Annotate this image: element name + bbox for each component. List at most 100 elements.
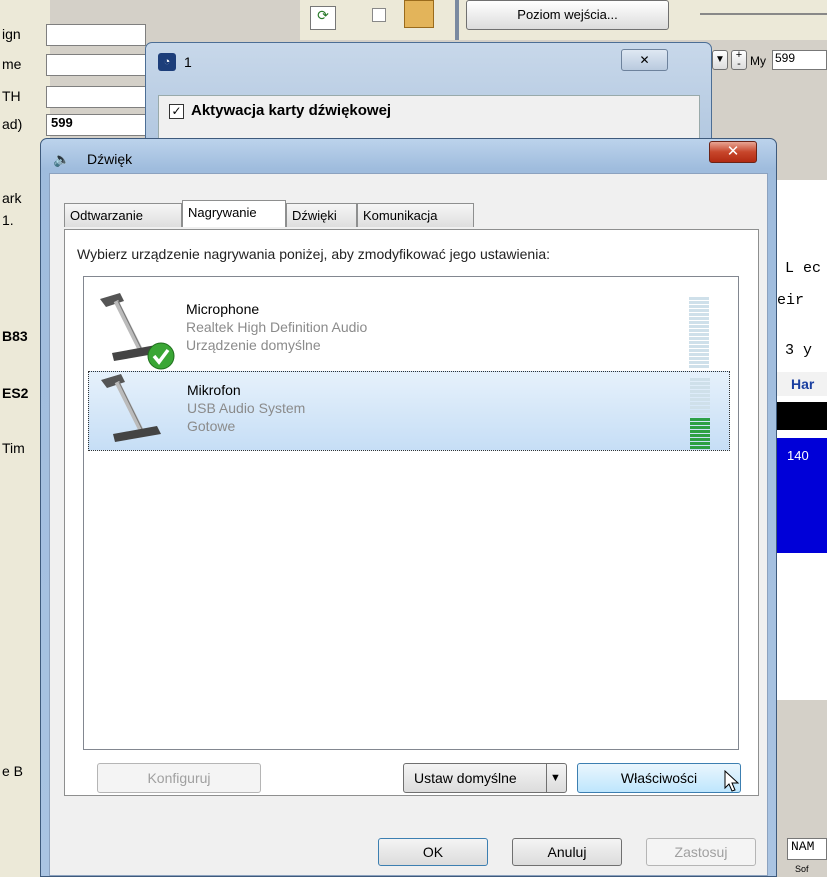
meter-segment	[689, 361, 709, 364]
configure-button[interactable]: Konfiguruj	[97, 763, 261, 793]
tab-strip: Odtwarzanie Nagrywanie Dźwięki Komunikac…	[64, 200, 524, 230]
meter-segment	[689, 337, 709, 340]
dialog-close-button[interactable]: ✕	[709, 141, 757, 163]
meter-segment	[689, 313, 709, 316]
tab-playback[interactable]: Odtwarzanie	[64, 203, 182, 227]
sof-label: Sof	[795, 864, 809, 874]
meter-segment	[690, 390, 710, 393]
my-field[interactable]: 599	[772, 50, 827, 70]
meter-segment	[690, 414, 710, 417]
set-default-button[interactable]: Ustaw domyślne ▼	[403, 763, 567, 793]
bg-divider	[455, 0, 459, 40]
tab-communications[interactable]: Komunikacja	[357, 203, 474, 227]
dropdown-arrow-icon[interactable]: ▼	[712, 50, 728, 70]
meter-segment	[689, 341, 709, 344]
meter-segment	[689, 305, 709, 308]
cursor-icon	[724, 770, 740, 792]
properties-button[interactable]: Właściwości	[577, 763, 741, 793]
meter-segment	[690, 398, 710, 401]
checkbox-checked-icon[interactable]: ✓	[169, 104, 184, 119]
meter-segment	[689, 357, 709, 360]
meter-segment	[690, 446, 710, 449]
level-meter	[689, 297, 709, 369]
meter-segment	[690, 422, 710, 425]
default-check-icon	[147, 342, 175, 370]
save-icon[interactable]	[404, 0, 434, 28]
meter-segment	[689, 345, 709, 348]
meter-segment	[689, 301, 709, 304]
meter-segment	[689, 325, 709, 328]
bg-label: ad)	[2, 116, 23, 132]
list-item-mikrofon[interactable]: Mikrofon USB Audio System Gotowe	[88, 371, 730, 451]
tab-recording[interactable]: Nagrywanie	[182, 200, 286, 227]
instruction-text: Wybierz urządzenie nagrywania poniżej, a…	[77, 246, 551, 262]
bg-blue-panel: 140	[777, 438, 827, 553]
meter-segment	[689, 333, 709, 336]
meter-segment	[689, 329, 709, 332]
dialog-title: Dźwięk	[87, 151, 133, 167]
bg-my-controls: ▼ + - My 599	[712, 50, 827, 72]
dialog-body: Odtwarzanie Nagrywanie Dźwięki Komunikac…	[49, 173, 768, 876]
bg-label: 1.	[2, 212, 14, 228]
close-icon: ✕	[726, 143, 740, 160]
meter-segment	[689, 321, 709, 324]
split-divider	[546, 764, 547, 792]
meter-segment	[689, 297, 709, 300]
bg-black-bar	[777, 402, 827, 430]
meter-segment	[690, 386, 710, 389]
meter-segment	[689, 317, 709, 320]
device-status: Urządzenie domyślne	[186, 337, 321, 353]
dropdown-arrow-icon[interactable]: ▼	[550, 764, 561, 792]
spinner-icon[interactable]: + -	[731, 50, 747, 70]
bg-label: TH	[2, 88, 21, 104]
bg-label: Tim	[2, 440, 25, 456]
meter-segment	[690, 406, 710, 409]
meter-segment	[690, 442, 710, 445]
device-name: Mikrofon	[187, 382, 241, 398]
recording-panel: Wybierz urządzenie nagrywania poniżej, a…	[64, 229, 759, 796]
device-list[interactable]: Microphone Realtek High Definition Audio…	[83, 276, 739, 750]
bg-call-field[interactable]	[46, 24, 146, 46]
app-icon: ◔	[158, 53, 176, 71]
set-default-label: Ustaw domyślne	[414, 770, 517, 786]
meter-segment	[690, 402, 710, 405]
meter-segment	[690, 378, 710, 381]
bg-label: ES2	[2, 385, 29, 401]
list-item-microphone[interactable]: Microphone Realtek High Definition Audio…	[88, 291, 730, 371]
refresh-icon[interactable]: ⟳	[310, 6, 336, 30]
meter-segment	[689, 353, 709, 356]
meter-segment	[690, 382, 710, 385]
cancel-button[interactable]: Anuluj	[512, 838, 622, 866]
bg-slider-track	[700, 13, 827, 15]
bg-label: me	[2, 56, 22, 72]
nam-label: NAM	[787, 838, 827, 860]
har-label: Har	[777, 372, 827, 396]
bg-label: ign	[2, 26, 21, 42]
device-name: Microphone	[186, 301, 260, 317]
microphone-icon	[101, 374, 161, 442]
input-level-button[interactable]: Poziom wejścia...	[466, 0, 669, 30]
my-label: My	[750, 54, 766, 68]
device-driver: USB Audio System	[187, 400, 306, 416]
bg-text-line: eir	[777, 292, 805, 309]
bg-label: B83	[2, 328, 28, 344]
bg-text-line: 3 y	[785, 342, 813, 359]
bg-rst-field[interactable]: 599	[46, 114, 146, 136]
close-icon[interactable]: ✕	[621, 49, 668, 71]
bg-qth-field[interactable]	[46, 86, 146, 108]
device-driver: Realtek High Definition Audio	[186, 319, 368, 335]
tab-sounds[interactable]: Dźwięki	[286, 203, 357, 227]
value-140: 140	[787, 448, 809, 463]
level-meter	[690, 378, 710, 450]
bg-text-line: L ec	[785, 260, 822, 277]
bg-checkbox[interactable]	[372, 8, 386, 22]
bg-label: ark	[2, 190, 22, 206]
apply-button[interactable]: Zastosuj	[646, 838, 756, 866]
meter-segment	[689, 349, 709, 352]
meter-segment	[689, 309, 709, 312]
device-status: Gotowe	[187, 418, 236, 434]
ok-button[interactable]: OK	[378, 838, 488, 866]
meter-segment	[690, 394, 710, 397]
meter-segment	[690, 418, 710, 421]
bg-name-field[interactable]	[46, 54, 146, 76]
